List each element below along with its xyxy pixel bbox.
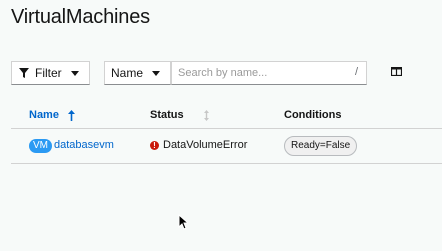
error-circle-icon: ! xyxy=(150,140,159,150)
attribute-select-value: Name xyxy=(111,66,144,80)
filter-dropdown-button[interactable]: Filter xyxy=(11,61,90,85)
table-header: Name Status Conditions xyxy=(11,100,442,129)
column-header-conditions: Conditions xyxy=(284,109,342,121)
search-shortcut-hint: / xyxy=(354,66,358,78)
manage-columns-icon[interactable] xyxy=(391,67,402,76)
page-title: VirtualMachines xyxy=(11,6,150,28)
vm-name-link[interactable]: databasevm xyxy=(54,139,114,151)
column-header-status[interactable]: Status xyxy=(150,109,210,121)
sort-icon xyxy=(203,109,209,121)
status-cell[interactable]: ! DataVolumeError xyxy=(150,139,247,151)
attribute-select[interactable]: Name xyxy=(104,61,171,85)
chevron-down-icon xyxy=(152,70,160,76)
sort-ascending-icon xyxy=(67,109,75,121)
search-input[interactable] xyxy=(172,62,348,84)
virtual-machines-page: VirtualMachines Filter Name / Name Sta xyxy=(0,0,442,251)
status-text: DataVolumeError xyxy=(163,139,248,151)
virtual-machines-table: Name Status Conditions VM databasevm ! D… xyxy=(11,100,442,164)
mouse-cursor-icon xyxy=(178,214,188,230)
vm-badge: VM xyxy=(29,139,52,153)
search-field[interactable]: / xyxy=(171,61,367,85)
chevron-down-icon xyxy=(71,70,79,76)
filter-icon xyxy=(19,68,29,78)
column-header-name[interactable]: Name xyxy=(29,109,75,121)
filter-label: Filter xyxy=(35,66,62,80)
condition-label: Ready=False xyxy=(284,136,358,156)
table-row: VM databasevm ! DataVolumeError Ready=Fa… xyxy=(11,129,442,164)
